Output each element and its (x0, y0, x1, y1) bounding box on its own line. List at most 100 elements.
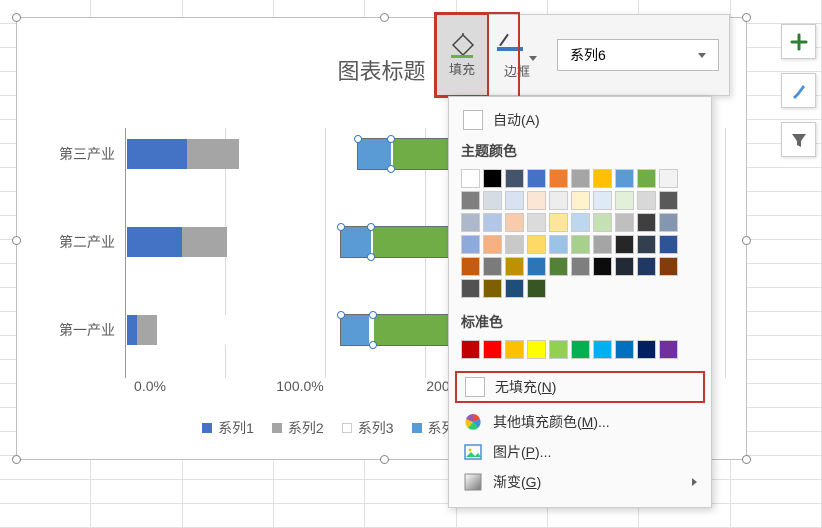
color-swatch[interactable] (571, 235, 590, 254)
resize-handle[interactable] (742, 455, 751, 464)
bar-segment[interactable] (358, 139, 391, 169)
bar-stack[interactable] (126, 138, 242, 170)
resize-handle[interactable] (742, 236, 751, 245)
chart-styles-button[interactable] (781, 73, 816, 108)
bar-segment[interactable] (227, 227, 233, 257)
color-swatch[interactable] (461, 191, 480, 210)
color-swatch[interactable] (637, 191, 656, 210)
color-swatch[interactable] (659, 257, 678, 276)
color-swatch[interactable] (461, 213, 480, 232)
series-select[interactable]: 系列6 (557, 39, 719, 71)
color-swatch[interactable] (659, 169, 678, 188)
color-swatch[interactable] (505, 279, 524, 298)
selection-point[interactable] (367, 223, 375, 231)
color-swatch[interactable] (571, 213, 590, 232)
bar-segment[interactable] (187, 139, 239, 169)
color-swatch[interactable] (571, 169, 590, 188)
bar-segment[interactable] (127, 315, 137, 345)
color-swatch[interactable] (549, 213, 568, 232)
bar-segment[interactable] (137, 315, 157, 345)
color-swatch[interactable] (505, 257, 524, 276)
color-swatch[interactable] (549, 235, 568, 254)
legend-item[interactable]: 系列3 (342, 418, 394, 438)
color-swatch[interactable] (659, 340, 678, 359)
color-swatch[interactable] (527, 340, 546, 359)
color-swatch[interactable] (571, 340, 590, 359)
selection-point[interactable] (369, 311, 377, 319)
color-swatch[interactable] (549, 191, 568, 210)
resize-handle[interactable] (12, 455, 21, 464)
selection-point[interactable] (337, 223, 345, 231)
color-swatch[interactable] (461, 257, 480, 276)
color-swatch[interactable] (637, 257, 656, 276)
bar-segment[interactable] (127, 227, 182, 257)
color-swatch[interactable] (461, 279, 480, 298)
resize-handle[interactable] (380, 13, 389, 22)
resize-handle[interactable] (380, 455, 389, 464)
color-swatch[interactable] (659, 235, 678, 254)
legend-item[interactable]: 系列1 (202, 418, 254, 438)
selection-point[interactable] (367, 253, 375, 261)
color-swatch[interactable] (615, 257, 634, 276)
resize-handle[interactable] (12, 13, 21, 22)
color-swatch[interactable] (615, 340, 634, 359)
color-swatch[interactable] (527, 279, 546, 298)
bar-segment[interactable] (157, 315, 232, 345)
more-colors-item[interactable]: 其他填充颜色(M)... (459, 407, 701, 437)
selection-point[interactable] (354, 135, 362, 143)
color-swatch[interactable] (593, 235, 612, 254)
gradient-item[interactable]: 渐变(G) (459, 467, 701, 497)
chart-elements-button[interactable] (781, 24, 816, 59)
selection-point[interactable] (369, 341, 377, 349)
bar-segment[interactable] (239, 139, 241, 169)
color-swatch[interactable] (483, 169, 502, 188)
color-swatch[interactable] (483, 340, 502, 359)
color-swatch[interactable] (593, 340, 612, 359)
color-swatch[interactable] (615, 191, 634, 210)
color-swatch[interactable] (483, 191, 502, 210)
color-swatch[interactable] (505, 191, 524, 210)
color-swatch[interactable] (593, 213, 612, 232)
color-swatch[interactable] (461, 340, 480, 359)
color-swatch[interactable] (527, 257, 546, 276)
color-swatch[interactable] (615, 235, 634, 254)
color-swatch[interactable] (483, 213, 502, 232)
color-swatch[interactable] (527, 191, 546, 210)
bar-segment[interactable] (127, 139, 187, 169)
bar-stack[interactable] (126, 226, 234, 258)
bar-segment[interactable] (341, 315, 369, 345)
fill-button[interactable]: 填充 (435, 13, 489, 97)
selection-point[interactable] (337, 311, 345, 319)
color-swatch[interactable] (593, 169, 612, 188)
selection-point[interactable] (387, 135, 395, 143)
legend-item[interactable]: 系列2 (272, 418, 324, 438)
color-swatch[interactable] (549, 169, 568, 188)
color-swatch[interactable] (483, 257, 502, 276)
color-swatch[interactable] (593, 257, 612, 276)
color-swatch[interactable] (593, 191, 612, 210)
bar-segment[interactable] (341, 227, 371, 257)
color-swatch[interactable] (659, 191, 678, 210)
selection-point[interactable] (387, 165, 395, 173)
picture-item[interactable]: 图片(P)... (459, 437, 701, 467)
color-swatch[interactable] (637, 340, 656, 359)
color-swatch[interactable] (483, 235, 502, 254)
color-swatch[interactable] (505, 235, 524, 254)
color-swatch[interactable] (637, 169, 656, 188)
color-swatch[interactable] (527, 235, 546, 254)
fill-auto-item[interactable]: 自动(A) (459, 105, 701, 135)
resize-handle[interactable] (742, 13, 751, 22)
color-swatch[interactable] (549, 257, 568, 276)
color-swatch[interactable] (615, 169, 634, 188)
bar-segment[interactable] (182, 227, 227, 257)
color-swatch[interactable] (615, 213, 634, 232)
color-swatch[interactable] (571, 257, 590, 276)
color-swatch[interactable] (637, 213, 656, 232)
chart-filters-button[interactable] (781, 122, 816, 157)
border-button[interactable]: 边框 (487, 15, 547, 95)
color-swatch[interactable] (505, 169, 524, 188)
color-swatch[interactable] (505, 340, 524, 359)
no-fill-item[interactable]: 无填充(N) (455, 371, 705, 403)
bar-stack[interactable] (126, 314, 233, 346)
color-swatch[interactable] (637, 235, 656, 254)
